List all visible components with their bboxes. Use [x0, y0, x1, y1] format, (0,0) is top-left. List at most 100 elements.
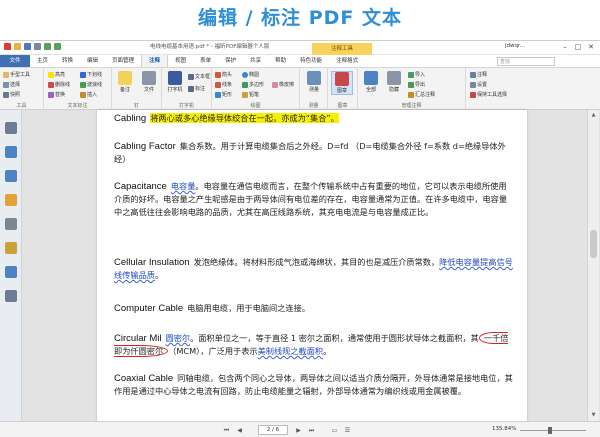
- print-icon[interactable]: [34, 43, 41, 50]
- highlight-button[interactable]: 高亮: [48, 71, 65, 78]
- group-label-typewriter: 打字机: [178, 103, 194, 109]
- summarize-comments-button[interactable]: 汇总注释: [408, 91, 435, 98]
- group-label-tools: 工具: [16, 103, 27, 109]
- comment-settings-button[interactable]: 设置: [470, 81, 487, 88]
- search-input[interactable]: 查找: [497, 57, 555, 66]
- single-page-view-icon[interactable]: ▭: [330, 426, 339, 435]
- glossary-term: Cabling: [114, 113, 147, 124]
- stamp-button[interactable]: 图章: [331, 71, 353, 95]
- user-account[interactable]: jdwqr...: [505, 43, 525, 49]
- context-tab-comment-tools[interactable]: 注释工具: [312, 43, 372, 55]
- prev-page-icon[interactable]: ◀: [235, 426, 244, 435]
- bookmark-icon[interactable]: [5, 170, 17, 182]
- lock-icon[interactable]: [5, 242, 17, 254]
- hide-comments-button[interactable]: 隐藏: [383, 71, 405, 93]
- tab-view[interactable]: 视图: [168, 55, 193, 67]
- tab-share[interactable]: 共享: [243, 55, 268, 67]
- redo-icon[interactable]: [54, 43, 61, 50]
- paragraph[interactable]: Capacitance 电容量。电容量在通信电缆而言，在整个传输系统中占有重要的地…: [114, 180, 514, 219]
- minimize-button[interactable]: –: [560, 42, 570, 52]
- save-icon[interactable]: [24, 43, 31, 50]
- next-page-icon[interactable]: ▶: [294, 426, 303, 435]
- page-number-field[interactable]: 2 / 6: [258, 425, 288, 435]
- squiggly-underline-annotation[interactable]: 电容量: [171, 181, 196, 191]
- insert-text-button[interactable]: 插入: [80, 91, 97, 98]
- tab-features[interactable]: 特色功能: [293, 55, 329, 67]
- comment-list-button[interactable]: 注释: [470, 71, 487, 78]
- document-viewport[interactable]: Cabling 将两心或多心绝缘导体绞合在一起，亦成为“集合”。 Cabling F…: [22, 110, 600, 421]
- pencil-tool-button[interactable]: 铅笔: [242, 91, 259, 98]
- callout-button[interactable]: 标注: [188, 85, 205, 92]
- open-icon[interactable]: [14, 43, 21, 50]
- pdf-editor-window: 电线电缆基本用语.pdf * - 福昕PDF编辑器个人版 注释工具 jdwqr.…: [0, 40, 600, 437]
- tab-protect[interactable]: 保护: [218, 55, 243, 67]
- tab-form[interactable]: 表单: [193, 55, 218, 67]
- tab-file[interactable]: 文件: [0, 55, 30, 67]
- rectangle-tool-button[interactable]: 矩形: [215, 91, 232, 98]
- comments-icon: [364, 71, 378, 85]
- scroll-thumb[interactable]: [590, 230, 597, 258]
- pages-icon[interactable]: [5, 146, 17, 158]
- keep-tool-selected-toggle[interactable]: 保持工具选择: [470, 91, 507, 98]
- snapshot-button[interactable]: 快照: [3, 91, 20, 98]
- undo-icon[interactable]: [44, 43, 51, 50]
- zoom-level[interactable]: 135.84%: [492, 426, 516, 432]
- tab-home[interactable]: 主页: [30, 55, 55, 67]
- maximize-button[interactable]: □: [573, 42, 583, 52]
- file-attach-button[interactable]: 文件: [138, 71, 160, 93]
- paragraph[interactable]: Circular Mil 圆密尔。面积单位之一，等于直径 1 密尔之面积，通常使用…: [114, 332, 514, 358]
- highlight-annotation[interactable]: 将两心或多心绝缘导体绞合在一起，亦成为“集合”。: [150, 113, 339, 123]
- import-comments-button[interactable]: 导入: [408, 71, 425, 78]
- scroll-down-icon[interactable]: ▼: [588, 410, 599, 420]
- tab-comment-format[interactable]: 注释格式: [329, 55, 365, 67]
- close-button[interactable]: ✕: [586, 42, 596, 52]
- arrow-tool-button[interactable]: 箭头: [215, 71, 232, 78]
- export-comments-button[interactable]: 导出: [408, 81, 425, 88]
- paragraph[interactable]: Cabling Factor 集合系数。用于计算电缆集合后之外经。D=fd （D=…: [114, 140, 514, 166]
- import-icon: [408, 71, 414, 78]
- signature-icon[interactable]: [5, 290, 17, 302]
- line-tool-button[interactable]: 线条: [215, 81, 232, 88]
- squiggly-underline-annotation[interactable]: 美制线规之截面积: [258, 346, 324, 356]
- paragraph[interactable]: Coaxial Cable 同轴电缆，包含两个同心之导体，两导体之间以适当介质分隔…: [114, 372, 514, 398]
- squiggly-button[interactable]: 波浪线: [80, 81, 102, 88]
- first-page-icon[interactable]: ⏮: [222, 426, 231, 435]
- zoom-slider-handle[interactable]: [547, 427, 552, 434]
- scroll-up-icon[interactable]: ▲: [588, 110, 599, 120]
- note-icon: [118, 71, 132, 85]
- ruler-icon: [307, 71, 321, 85]
- layers-icon[interactable]: [5, 266, 17, 278]
- squiggly-underline-annotation[interactable]: 圆密尔: [166, 333, 191, 343]
- strikeout-button[interactable]: 删除线: [48, 81, 70, 88]
- pdf-page[interactable]: Cabling 将两心或多心绝缘导体绞合在一起，亦成为“集合”。 Cabling F…: [97, 110, 527, 421]
- tab-convert[interactable]: 转换: [55, 55, 80, 67]
- tab-page-management[interactable]: 页面管理: [105, 55, 141, 67]
- tab-help[interactable]: 帮助: [268, 55, 293, 67]
- paragraph[interactable]: Computer Cable 电脑用电缆，用于电脑间之连接。: [114, 302, 514, 315]
- last-page-icon[interactable]: ⏭: [307, 426, 316, 435]
- comments-panel-icon[interactable]: [5, 194, 17, 206]
- hand-tool-button[interactable]: 手型工具: [3, 71, 30, 78]
- select-tool-button[interactable]: 选择: [3, 81, 20, 88]
- continuous-view-icon[interactable]: ☰: [343, 426, 352, 435]
- eraser-tool-button[interactable]: 橡皮擦: [272, 81, 294, 88]
- paragraph[interactable]: Cabling 将两心或多心绝缘导体绞合在一起，亦成为“集合”。: [114, 112, 514, 125]
- typewriter-button[interactable]: 打字机: [164, 71, 186, 93]
- polygon-tool-button[interactable]: 多边形: [242, 81, 264, 88]
- tab-comment[interactable]: 注释: [141, 55, 169, 67]
- measure-button[interactable]: 测量: [303, 71, 325, 93]
- ellipse-tool-button[interactable]: 椭圆: [242, 71, 259, 78]
- tab-edit[interactable]: 编辑: [80, 55, 105, 67]
- vertical-scrollbar[interactable]: ▲ ▼: [587, 110, 599, 421]
- replace-text-button[interactable]: 替换: [48, 91, 65, 98]
- attachment-icon[interactable]: [5, 218, 17, 230]
- zoom-slider[interactable]: [520, 430, 586, 431]
- show-all-comments-button[interactable]: 全部: [360, 71, 382, 93]
- hand-icon[interactable]: [5, 122, 17, 134]
- hand-icon: [3, 71, 9, 78]
- textbox-button[interactable]: 文本框: [188, 73, 210, 80]
- underline-button[interactable]: 下划线: [80, 71, 102, 78]
- paragraph[interactable]: Cellular Insulation 发泡绝缘体。将材料形成气泡或海绵状，其目的…: [114, 256, 514, 282]
- note-button[interactable]: 备注: [114, 71, 136, 93]
- status-bar: ⏮ ◀ 2 / 6 ▶ ⏭ ▭ ☰ 135.84%: [0, 421, 600, 437]
